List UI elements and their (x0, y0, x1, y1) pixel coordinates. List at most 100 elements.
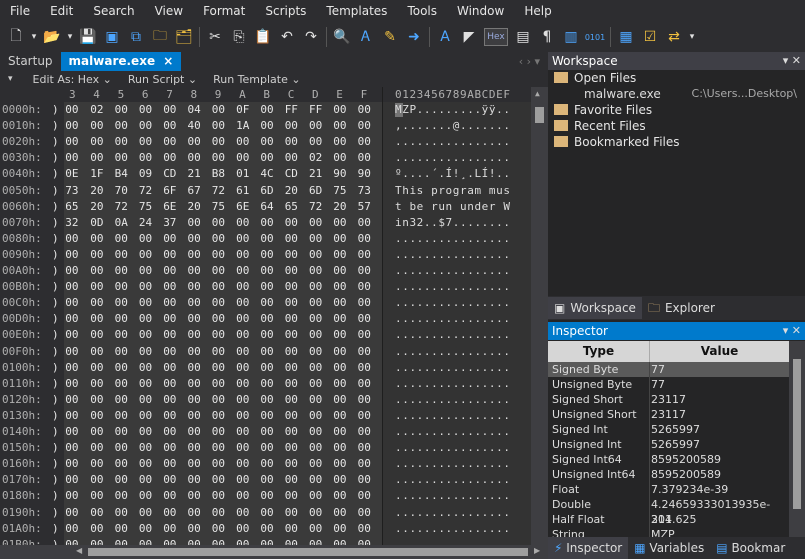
hex-byte[interactable]: 00 (90, 472, 103, 488)
hex-byte[interactable]: 00 (333, 247, 346, 263)
hex-byte[interactable]: 00 (236, 440, 249, 456)
col-value[interactable]: Value (649, 341, 789, 362)
hex-byte[interactable]: 00 (139, 102, 152, 118)
hex-byte[interactable]: 00 (309, 376, 322, 392)
tab-variables[interactable]: ▦ Variables (628, 537, 710, 559)
hex-row[interactable]: 00F0h:) 00 00 00 00 00 00 00 00 00 00 00 00 00......… (0, 344, 531, 360)
hex-byte[interactable]: 00 (90, 440, 103, 456)
hex-byte[interactable]: 00 (115, 360, 128, 376)
hex-byte[interactable]: 00 (309, 134, 322, 150)
menu-format[interactable]: Format (193, 0, 255, 22)
hex-byte[interactable]: 72 (309, 199, 322, 215)
hex-row[interactable]: 0080h:) 00 00 00 00 00 00 00 00 00 00 00 00 00......… (0, 231, 531, 247)
calculator-icon[interactable]: ▦ (616, 27, 636, 47)
hex-byte[interactable]: 00 (236, 134, 249, 150)
hex-byte[interactable]: 00 (139, 295, 152, 311)
hex-byte[interactable]: 00 (358, 150, 371, 166)
hex-byte[interactable]: 00 (333, 102, 346, 118)
hex-row[interactable]: 0000h:) 00 02 00 00 00 04 00 0F 00 FF FF 00 00 MZP...… (0, 102, 531, 118)
hex-byte[interactable]: ) 65 (52, 199, 79, 215)
scroll-right-icon[interactable]: ▶ (534, 546, 540, 555)
hex-byte[interactable]: 00 (163, 376, 176, 392)
hex-byte[interactable]: 00 (212, 408, 225, 424)
hex-byte[interactable]: 00 (139, 118, 152, 134)
hex-byte[interactable]: 00 (212, 134, 225, 150)
ascii-text[interactable]: ................ (395, 327, 511, 343)
hex-byte[interactable]: 00 (188, 215, 201, 231)
run-script-dropdown[interactable]: Run Script ⌄ (128, 73, 197, 86)
hex-byte[interactable]: 00 (285, 263, 298, 279)
menu-view[interactable]: View (145, 0, 193, 22)
hex-byte[interactable]: 00 (260, 392, 273, 408)
hex-byte[interactable]: 00 (163, 488, 176, 504)
hex-byte[interactable]: 00 (139, 488, 152, 504)
hex-byte[interactable]: 00 (90, 505, 103, 521)
hex-byte[interactable]: 00 (90, 392, 103, 408)
pilcrow-icon[interactable]: ¶ (537, 27, 557, 47)
inspector-row[interactable]: Unsigned Short 23117 (548, 407, 789, 422)
hex-byte[interactable]: 00 (188, 521, 201, 537)
font-icon[interactable]: A (435, 27, 455, 47)
hex-byte[interactable]: 00 (309, 440, 322, 456)
hex-byte[interactable]: 00 (212, 231, 225, 247)
hex-byte[interactable]: 00 (358, 118, 371, 134)
tab-malware-exe[interactable]: malware.exe × (60, 52, 182, 71)
hex-byte[interactable]: ) 0E (52, 166, 79, 182)
paste-icon[interactable]: 📋 (253, 27, 273, 47)
scroll-thumb[interactable] (88, 548, 528, 556)
hex-byte[interactable]: 00 (212, 279, 225, 295)
hex-byte[interactable]: 00 (285, 424, 298, 440)
hex-byte[interactable]: 00 (285, 134, 298, 150)
hex-byte[interactable]: 00 (309, 408, 322, 424)
ascii-text[interactable]: ,.......@....... (395, 118, 511, 134)
ascii-text[interactable]: t be run under W (395, 199, 511, 215)
hex-byte[interactable]: 00 (115, 295, 128, 311)
menu-help[interactable]: Help (514, 0, 561, 22)
hex-byte[interactable]: 00 (115, 118, 128, 134)
hex-byte[interactable]: 00 (358, 376, 371, 392)
ascii-text[interactable]: ................ (395, 279, 511, 295)
hex-byte[interactable]: 00 (115, 311, 128, 327)
hex-byte[interactable]: 00 (163, 279, 176, 295)
scroll-left-icon[interactable]: ◀ (76, 546, 82, 555)
hex-byte[interactable]: 00 (115, 424, 128, 440)
hex-byte[interactable]: 00 (236, 215, 249, 231)
hex-byte[interactable]: 00 (115, 134, 128, 150)
hex-byte[interactable]: ) 00 (52, 456, 79, 472)
hex-byte[interactable]: 00 (236, 408, 249, 424)
hex-row[interactable]: 00A0h:) 00 00 00 00 00 00 00 00 00 00 00 00 00......… (0, 263, 531, 279)
ascii-text[interactable]: º....´.Í!¸.LÍ!.. (395, 166, 511, 182)
inspector-row[interactable]: Float 7.379234e-39 (548, 482, 789, 497)
hex-byte[interactable]: 00 (333, 311, 346, 327)
ascii-text[interactable]: in32..$7........ (395, 215, 511, 231)
scroll-up-icon[interactable]: ▲ (535, 89, 540, 98)
hex-byte[interactable]: 21 (309, 166, 322, 182)
save-all-icon[interactable]: ⧉ (126, 27, 146, 47)
hex-byte[interactable]: 6D (309, 183, 322, 199)
hex-row[interactable]: 0110h:) 00 00 00 00 00 00 00 00 00 00 00 00 00......… (0, 376, 531, 392)
hex-byte[interactable]: ) 00 (52, 134, 79, 150)
hex-byte[interactable]: ) 00 (52, 408, 79, 424)
hex-byte[interactable]: 00 (285, 215, 298, 231)
hex-byte[interactable]: 00 (90, 150, 103, 166)
ascii-text[interactable]: ................ (395, 392, 511, 408)
hex-row[interactable]: 0150h:) 00 00 00 00 00 00 00 00 00 00 00 00 00......… (0, 440, 531, 456)
hex-byte[interactable]: 00 (236, 360, 249, 376)
hex-byte[interactable]: 72 (212, 183, 225, 199)
hex-byte[interactable]: 00 (260, 118, 273, 134)
hex-byte[interactable]: 00 (163, 150, 176, 166)
hex-byte[interactable]: 00 (212, 521, 225, 537)
hex-byte[interactable]: 00 (90, 295, 103, 311)
hex-byte[interactable]: 00 (309, 279, 322, 295)
hex-byte[interactable]: 00 (358, 247, 371, 263)
hex-byte[interactable]: 00 (260, 360, 273, 376)
tab-inspector[interactable]: ⚡ Inspector (548, 537, 629, 559)
hex-byte[interactable]: 00 (188, 392, 201, 408)
hex-byte[interactable]: 75 (333, 183, 346, 199)
hex-byte[interactable]: 00 (260, 424, 273, 440)
hex-row[interactable]: 0130h:) 00 00 00 00 00 00 00 00 00 00 00 00 00......… (0, 408, 531, 424)
ascii-text[interactable]: ................ (395, 440, 511, 456)
ascii-text[interactable]: ................ (395, 376, 511, 392)
ascii-text[interactable]: ................ (395, 505, 511, 521)
hex-byte[interactable]: 00 (139, 344, 152, 360)
